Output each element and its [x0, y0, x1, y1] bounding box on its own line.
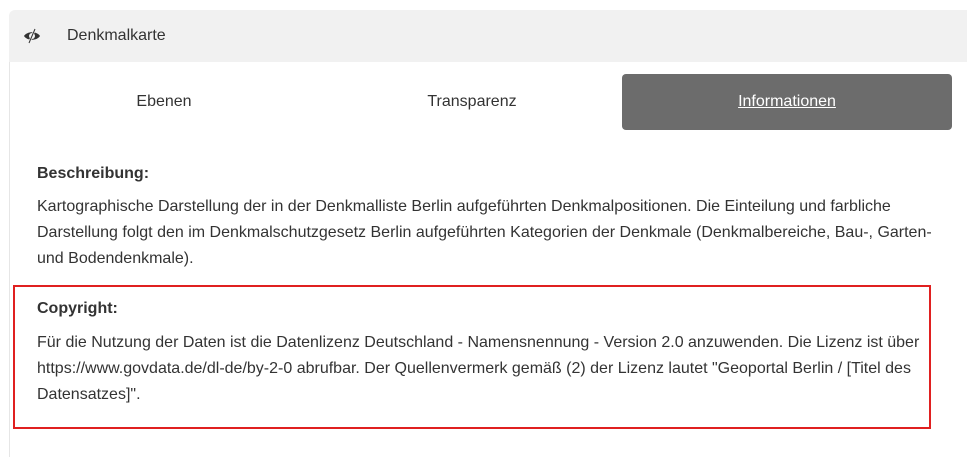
panel-title: Denkmalkarte	[67, 27, 166, 44]
description-heading: Beschreibung:	[37, 165, 150, 182]
tab-bar: Ebenen Transparenz Informationen	[0, 74, 958, 130]
description-text: Kartographische Darstellung der in der D…	[37, 198, 932, 267]
tab-transparenz[interactable]: Transparenz	[322, 74, 622, 130]
copyright-heading: Copyright:	[37, 300, 118, 317]
tab-informationen[interactable]: Informationen	[622, 74, 952, 130]
panel-header[interactable]: Denkmalkarte	[9, 10, 967, 62]
eye-slash-icon[interactable]	[22, 26, 42, 46]
tab-ebenen[interactable]: Ebenen	[14, 74, 314, 130]
copyright-text: Für die Nutzung der Daten ist die Datenl…	[37, 334, 920, 403]
